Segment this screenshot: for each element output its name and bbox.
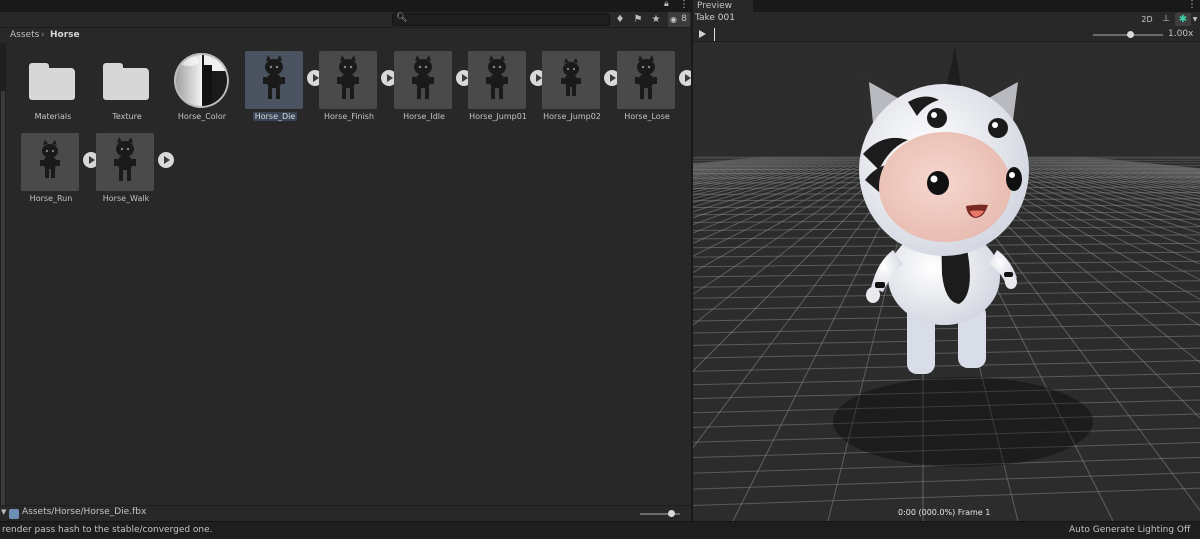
play-icon[interactable] xyxy=(699,30,706,38)
preview-scene xyxy=(693,42,1200,521)
toggle-2d-button[interactable]: 2D xyxy=(1139,13,1155,26)
asset-tile-horse-jump02[interactable]: Horse_Jump02 xyxy=(528,43,620,121)
playback-speed-value: 1.00x xyxy=(1168,29,1194,39)
timeline-scrubber[interactable] xyxy=(714,28,1084,41)
model-icon xyxy=(412,55,434,99)
hidden-packages-toggle[interactable]: ◉ 8 xyxy=(668,12,690,27)
asset-label: Horse_Lose xyxy=(624,112,670,121)
asset-tile-horse-die[interactable]: Horse_Die xyxy=(231,43,323,121)
project-tab-strip: 🔒︎ ⋮ xyxy=(0,0,691,12)
model-thumbnail xyxy=(319,51,377,109)
status-bar: render pass hash to the stable/converged… xyxy=(0,521,1200,539)
avatar-icon[interactable]: ✱ xyxy=(1175,13,1191,26)
breadcrumb-item-assets[interactable]: Assets xyxy=(10,28,39,43)
expand-play-icon[interactable] xyxy=(158,152,174,168)
favorite-star-icon[interactable]: ★ xyxy=(648,12,664,27)
playback-speed-slider[interactable] xyxy=(1093,31,1163,38)
asset-tile-horse-run[interactable]: Horse_Run xyxy=(7,125,99,203)
pivot-icon[interactable]: ⊥ xyxy=(1159,13,1173,26)
project-more-icon[interactable]: ⋮ xyxy=(679,0,689,10)
breadcrumb-item-horse[interactable]: Horse xyxy=(50,28,80,43)
lock-icon[interactable]: 🔒︎ xyxy=(664,0,669,9)
preview-viewport[interactable]: 0:00 (000.0%) Frame 1 xyxy=(693,42,1200,521)
asset-tile-horse-color[interactable]: Horse_Color xyxy=(158,43,232,121)
asset-tile-horse-idle[interactable]: Horse_Idle xyxy=(380,43,472,121)
model-thumbnail xyxy=(617,51,675,109)
selected-asset-path: Assets/Horse/Horse_Die.fbx xyxy=(22,507,147,517)
model-thumbnail xyxy=(245,51,303,109)
model-icon xyxy=(561,58,581,96)
fbx-file-icon xyxy=(9,509,19,519)
search-icon: 🔍︎ xyxy=(396,13,408,23)
model-icon xyxy=(263,55,285,99)
model-thumbnail xyxy=(21,133,79,191)
console-status-message[interactable]: render pass hash to the stable/converged… xyxy=(2,525,213,535)
project-toolbar: 🔍︎ ♦ ⚑ ★ ◉ 8 xyxy=(0,12,691,28)
preview-more-icon[interactable]: ⋮ xyxy=(1187,0,1197,10)
tab-preview[interactable]: Preview xyxy=(693,0,753,12)
project-panel: 🔒︎ ⋮ 🔍︎ ♦ ⚑ ★ ◉ 8 Assets › Horse Materia… xyxy=(0,0,695,521)
asset-tile-horse-jump01[interactable]: Horse_Jump01 xyxy=(454,43,546,121)
preview-panel: Preview ⋮ Take 001 2D ⊥ ✱ ▼ 1.00x 0:00 (… xyxy=(693,0,1200,521)
lighting-status[interactable]: Auto Generate Lighting Off xyxy=(1069,525,1190,535)
take-name: Take 001 xyxy=(695,13,735,23)
hidden-packages-count: 8 xyxy=(681,14,687,24)
preview-controls: 1.00x xyxy=(693,27,1200,42)
model-icon xyxy=(635,55,657,99)
asset-label: Horse_Walk xyxy=(102,194,150,203)
project-footer: ▼ Assets/Horse/Horse_Die.fbx xyxy=(0,505,691,521)
model-icon xyxy=(337,55,359,99)
preview-header: Take 001 2D ⊥ ✱ ▼ xyxy=(693,12,1200,27)
material-sphere-icon xyxy=(174,53,229,108)
breadcrumb-separator: › xyxy=(41,30,45,40)
asset-tile-materials[interactable]: Materials xyxy=(9,43,83,121)
model-icon xyxy=(40,140,60,178)
model-thumbnail xyxy=(468,51,526,109)
asset-tile-horse-finish[interactable]: Horse_Finish xyxy=(305,43,397,121)
folder-icon xyxy=(103,63,149,100)
asset-tile-horse-walk[interactable]: Horse_Walk xyxy=(82,125,174,203)
search-input[interactable]: 🔍︎ xyxy=(392,13,610,26)
model-thumbnail xyxy=(542,51,600,109)
asset-tile-texture[interactable]: Texture xyxy=(83,43,157,121)
eye-slash-icon: ◉ xyxy=(670,15,677,24)
model-thumbnail xyxy=(394,51,452,109)
search-by-label-icon[interactable]: ⚑ xyxy=(630,12,646,27)
breadcrumb: Assets › Horse xyxy=(0,28,691,43)
folder-icon xyxy=(29,63,75,100)
asset-label: Horse_Die xyxy=(252,112,298,121)
search-by-type-icon[interactable]: ♦ xyxy=(612,12,628,27)
model-icon xyxy=(114,137,136,181)
icon-size-slider[interactable] xyxy=(640,510,680,517)
collapse-arrow-icon[interactable]: ▼ xyxy=(1,508,6,516)
asset-grid: Materials Texture Horse_Color Horse_Die xyxy=(6,43,695,505)
model-icon xyxy=(486,55,508,99)
frame-info: 0:00 (000.0%) Frame 1 xyxy=(898,508,991,517)
chevron-down-icon[interactable]: ▼ xyxy=(1192,13,1198,26)
asset-tile-horse-lose[interactable]: Horse_Lose xyxy=(603,43,695,121)
preview-tab-strip xyxy=(753,0,1200,12)
model-thumbnail xyxy=(96,133,154,191)
